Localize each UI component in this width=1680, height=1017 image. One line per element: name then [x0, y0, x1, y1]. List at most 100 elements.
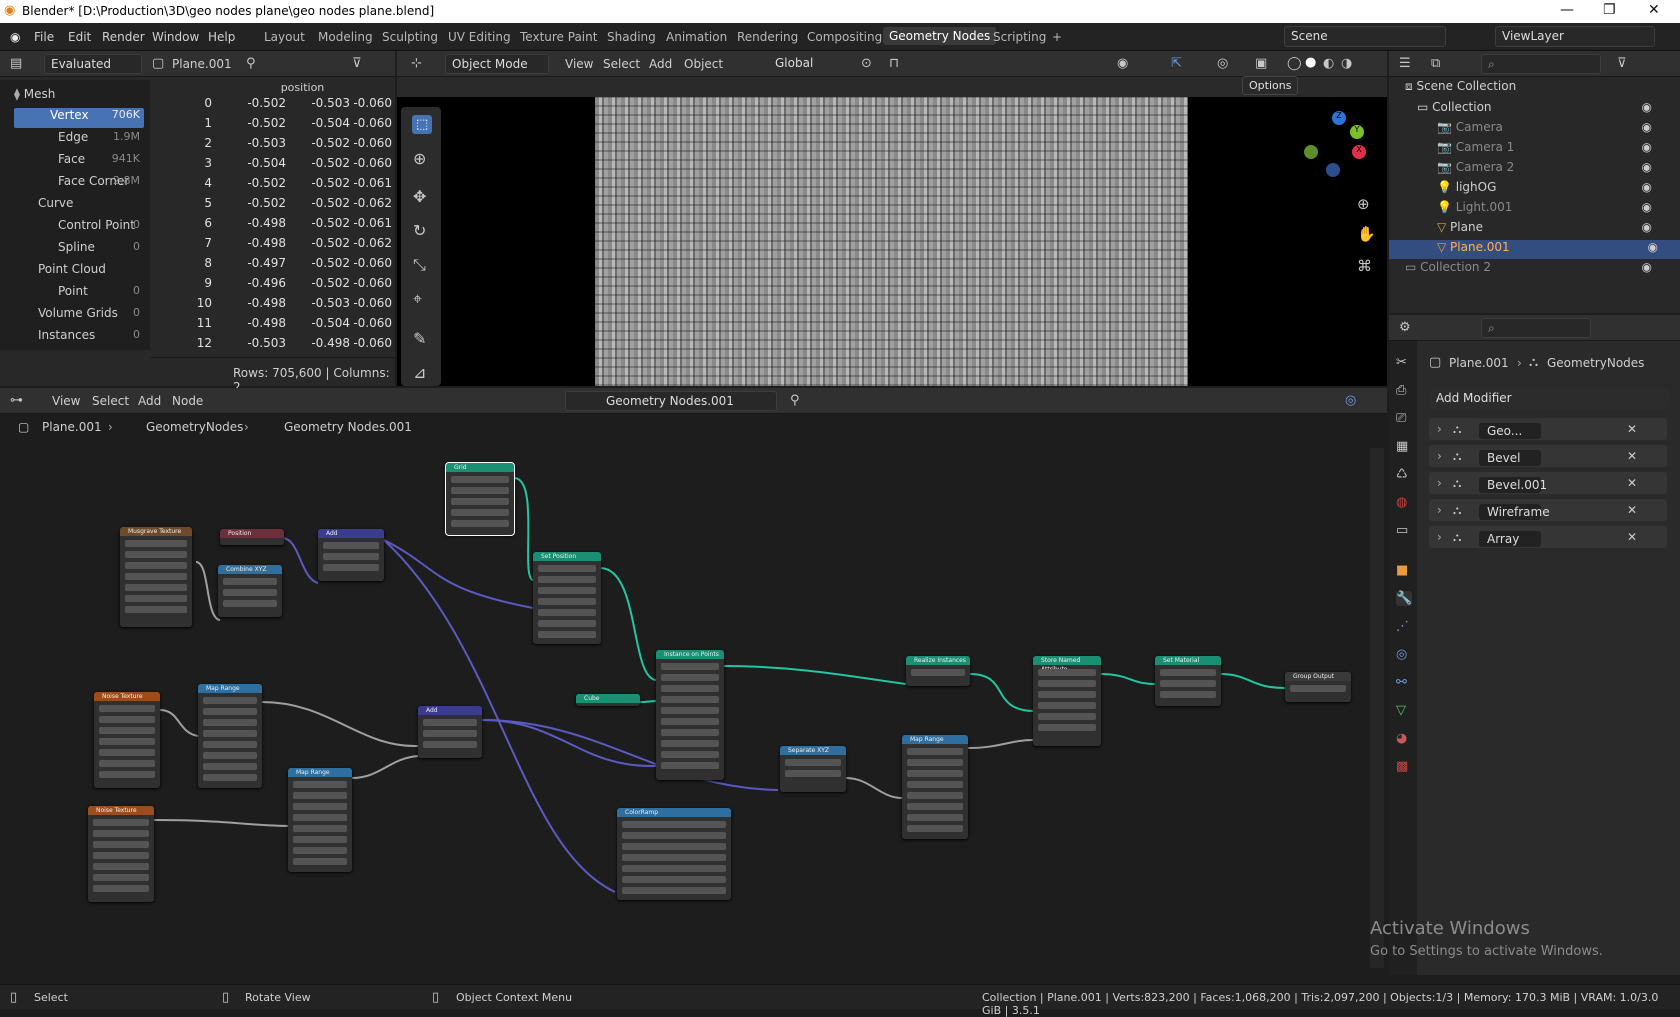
node-field[interactable]	[661, 663, 719, 670]
node-add2[interactable]: Add	[418, 706, 482, 758]
minimize-icon[interactable]: —	[1560, 2, 1574, 18]
node-field[interactable]	[622, 821, 726, 828]
tool-tab-icon[interactable]: ✂	[1396, 355, 1407, 370]
domain-spline[interactable]: Spline 0	[14, 240, 144, 260]
node-field[interactable]	[125, 551, 187, 558]
transform-tool-icon[interactable]: ⌖	[413, 289, 422, 309]
tab-layout[interactable]: Layout	[264, 30, 305, 44]
node-set_position[interactable]: Set Position	[533, 552, 601, 644]
node-field[interactable]	[223, 578, 277, 585]
add-workspace-icon[interactable]: +	[1052, 30, 1062, 44]
transform-orientation-dropdown[interactable]: Global	[769, 54, 845, 74]
node-field[interactable]	[293, 825, 347, 832]
node-set_material[interactable]: Set Material	[1155, 656, 1221, 706]
viewport-editor-icon[interactable]: ⊹	[411, 56, 422, 71]
pin-icon[interactable]: ⚲	[246, 56, 256, 71]
visibility-icon[interactable]: ◉	[1648, 240, 1658, 254]
solid-shading-icon[interactable]: ●	[1305, 55, 1316, 70]
node-field[interactable]	[423, 741, 477, 748]
visibility-icon[interactable]: ◉	[1642, 200, 1652, 214]
filter-icon[interactable]: ⊽	[352, 56, 362, 71]
rotate-tool-icon[interactable]: ↻	[413, 221, 426, 240]
node-instance[interactable]: Instance on Points	[656, 650, 724, 780]
expand-icon[interactable]: ›	[1437, 476, 1442, 490]
texture-tab-icon[interactable]: ▩	[1396, 759, 1408, 774]
node-field[interactable]	[203, 697, 257, 704]
node-field[interactable]	[785, 770, 841, 777]
node-field[interactable]	[203, 752, 257, 759]
outliner-item[interactable]: ▽ Plane.001 ◉	[1389, 240, 1680, 259]
menu-edit[interactable]: Edit	[68, 30, 91, 44]
node-field[interactable]	[911, 669, 965, 676]
domain-mesh[interactable]: ⧫ Mesh	[14, 87, 144, 107]
node-musgrave[interactable]: Musgrave Texture	[120, 527, 192, 627]
node-maprange2[interactable]: Map Range	[288, 768, 352, 872]
modifier-panel[interactable]: › ⛬ Bevel ✕	[1428, 444, 1668, 468]
visibility-icon[interactable]: ◉	[1642, 100, 1652, 114]
zoom-icon[interactable]: ⊕	[1357, 195, 1370, 213]
close-icon[interactable]: ✕	[1648, 2, 1660, 18]
visibility-icon[interactable]: ◉	[1642, 140, 1652, 154]
node-field[interactable]	[323, 553, 379, 560]
node-field[interactable]	[907, 814, 963, 821]
node-field[interactable]	[203, 763, 257, 770]
world-tab-icon[interactable]: ◍	[1396, 495, 1407, 510]
node-noise2[interactable]: Noise Texture	[88, 806, 154, 902]
display-mode-icon[interactable]: ⧉	[1431, 56, 1440, 71]
viewport-menu-object[interactable]: Object	[684, 57, 723, 71]
node-field[interactable]	[93, 863, 149, 870]
outliner-item[interactable]: 📷 Camera ◉	[1437, 120, 1674, 139]
node-field[interactable]	[125, 562, 187, 569]
node-field[interactable]	[622, 876, 726, 883]
outliner-item[interactable]: ▽ Plane ◉	[1437, 220, 1674, 239]
gizmo-neg-y-icon[interactable]	[1304, 145, 1318, 159]
node-field[interactable]	[99, 727, 155, 734]
expand-icon[interactable]: ›	[1437, 449, 1442, 463]
node-field[interactable]	[538, 587, 596, 594]
outliner-item[interactable]: 💡 lighOG ◉	[1437, 180, 1674, 199]
node-field[interactable]	[1290, 685, 1346, 692]
blender-menu-icon[interactable]: ◉	[10, 30, 20, 44]
viewport-menu-select[interactable]: Select	[603, 57, 640, 71]
tab-sculpting[interactable]: Sculpting	[382, 30, 438, 44]
gizmo-neg-z-icon[interactable]	[1326, 163, 1340, 177]
node-field[interactable]	[622, 865, 726, 872]
scene-tab-icon[interactable]: ♺	[1396, 467, 1408, 482]
node-field[interactable]	[907, 825, 963, 832]
node-field[interactable]	[203, 741, 257, 748]
node-field[interactable]	[1160, 669, 1216, 676]
visibility-icon[interactable]: ◉	[1117, 56, 1128, 71]
node-field[interactable]	[451, 498, 509, 505]
node-field[interactable]	[293, 792, 347, 799]
object-tab-icon[interactable]: ■	[1396, 563, 1408, 578]
select-box-tool-icon[interactable]: ⬚	[412, 115, 433, 134]
outliner-item[interactable]: 💡 Light.001 ◉	[1437, 200, 1674, 219]
outliner-search-input[interactable]: ⌕	[1481, 54, 1601, 74]
rendered-shading-icon[interactable]: ◑	[1341, 56, 1352, 71]
object-mode-dropdown[interactable]: Object Mode	[445, 54, 549, 74]
evaluation-mode-dropdown[interactable]: Evaluated	[44, 54, 142, 74]
node-field[interactable]	[661, 707, 719, 714]
node-field[interactable]	[323, 564, 379, 571]
pan-hand-icon[interactable]: ✋	[1357, 225, 1376, 243]
material-tab-icon[interactable]: ◕	[1396, 731, 1407, 746]
navigation-gizmo[interactable]: Z Y X	[1302, 111, 1372, 181]
node-field[interactable]	[323, 542, 379, 549]
node-field[interactable]	[203, 730, 257, 737]
node-field[interactable]	[203, 719, 257, 726]
node-grid[interactable]: Grid	[445, 462, 515, 536]
node-field[interactable]	[1038, 680, 1096, 687]
node-field[interactable]	[907, 792, 963, 799]
menu-render[interactable]: Render	[102, 30, 145, 44]
domain-control-point[interactable]: Control Point 0	[14, 218, 144, 238]
overlay-icon[interactable]: ◎	[1217, 56, 1228, 71]
node-field[interactable]	[99, 705, 155, 712]
visibility-icon[interactable]: ◉	[1642, 180, 1652, 194]
3d-viewport[interactable]: ⊹ Object Mode View Select Add Object Glo…	[397, 51, 1387, 386]
spreadsheet-icon[interactable]: ▤	[10, 56, 22, 71]
menu-help[interactable]: Help	[208, 30, 235, 44]
node-output[interactable]: Group Output	[1285, 672, 1351, 702]
menu-window[interactable]: Window	[152, 30, 199, 44]
tab-geometry-nodes[interactable]: Geometry Nodes	[883, 27, 997, 45]
node-field[interactable]	[125, 595, 187, 602]
